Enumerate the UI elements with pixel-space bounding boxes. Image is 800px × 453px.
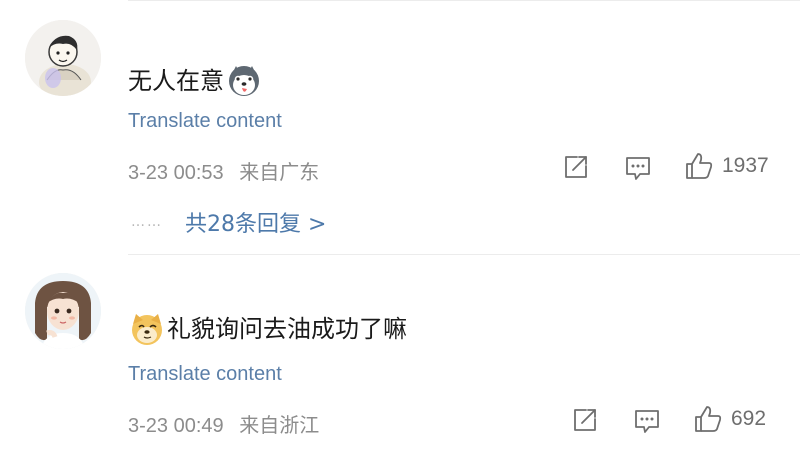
share-icon bbox=[574, 409, 596, 431]
comment-time: 3-23 00:49 bbox=[128, 415, 224, 437]
comment-icon bbox=[626, 157, 650, 180]
like-button[interactable]: 1937 bbox=[684, 151, 769, 181]
like-count: 1937 bbox=[722, 154, 769, 177]
translate-link[interactable]: Translate content bbox=[128, 363, 282, 386]
comment-button[interactable] bbox=[633, 407, 661, 435]
view-replies-link[interactable]: …… 共28条回复 > bbox=[131, 206, 326, 238]
comment-icon bbox=[635, 410, 659, 433]
replies-label: 共28条回复 > bbox=[185, 212, 327, 237]
comment-location: 来自浙江 bbox=[239, 415, 320, 437]
comment-button[interactable] bbox=[624, 154, 652, 182]
doge-face-emoji bbox=[130, 312, 164, 346]
comment-time: 3-23 00:53 bbox=[128, 162, 224, 184]
comment-meta: 3-23 00:49 来自浙江 bbox=[128, 409, 319, 438]
avatar[interactable] bbox=[25, 273, 101, 349]
comment-body: 礼貌询问去油成功了嘛 bbox=[167, 315, 407, 343]
comment-divider bbox=[128, 254, 800, 255]
like-icon bbox=[686, 153, 713, 179]
comment-text: 礼貌询问去油成功了嘛 bbox=[130, 312, 407, 346]
replies-dots: …… bbox=[131, 214, 163, 230]
like-button[interactable]: 692 bbox=[693, 404, 766, 434]
comment-body: 无人在意 bbox=[128, 67, 224, 95]
translate-link[interactable]: Translate content bbox=[128, 110, 282, 133]
share-icon bbox=[565, 156, 587, 178]
top-divider bbox=[128, 0, 800, 1]
comment-location: 来自广东 bbox=[239, 162, 320, 184]
comment-meta: 3-23 00:53 来自广东 bbox=[128, 156, 319, 185]
like-icon bbox=[695, 406, 722, 432]
comment-text: 无人在意 bbox=[128, 64, 261, 98]
avatar[interactable] bbox=[25, 20, 101, 96]
share-button[interactable] bbox=[571, 406, 599, 434]
like-count: 692 bbox=[731, 407, 767, 430]
share-button[interactable] bbox=[562, 153, 590, 181]
husky-face-emoji bbox=[227, 64, 261, 98]
